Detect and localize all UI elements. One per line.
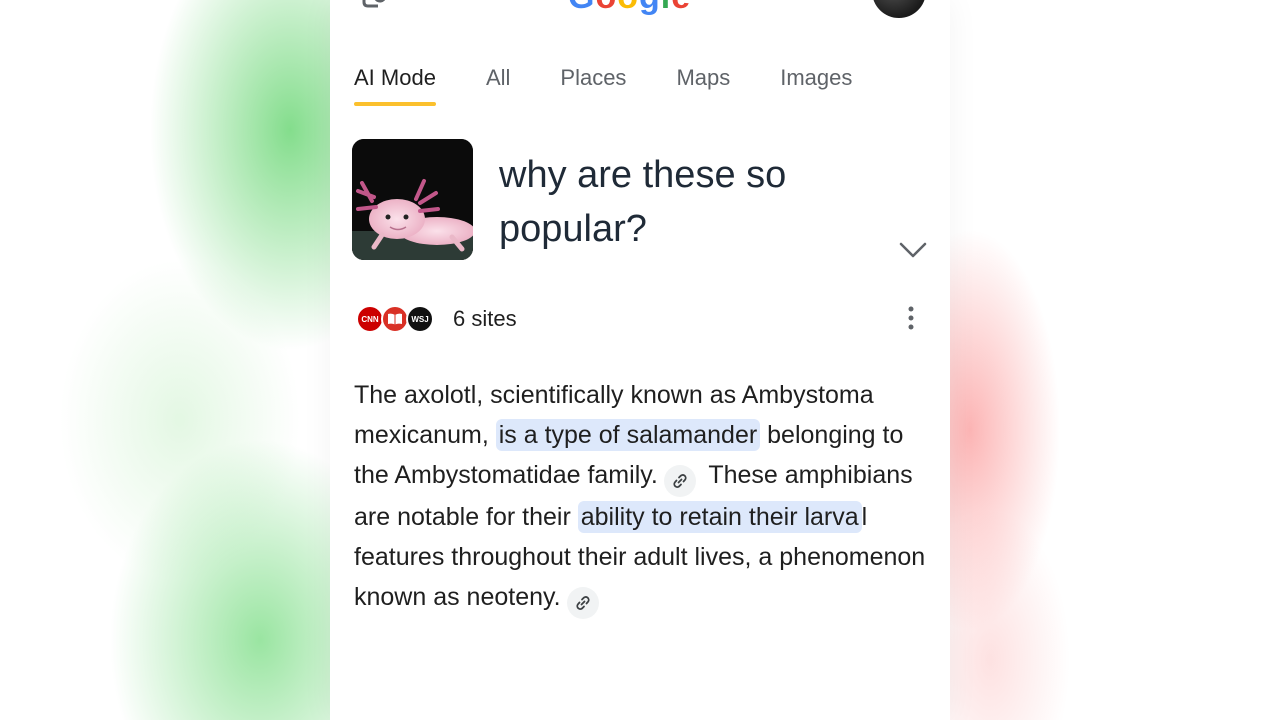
labs-icon[interactable] (358, 0, 388, 8)
background-right (950, 0, 1280, 720)
book-icon (381, 305, 409, 333)
query-text: why are these so popular? (499, 154, 787, 250)
cited-highlight[interactable]: ability to retain their larva (577, 501, 862, 533)
citation-link-icon[interactable] (663, 465, 696, 497)
tab-images[interactable]: Images (780, 62, 852, 106)
search-panel: Google AI Mode All Places Maps Images (330, 0, 950, 720)
search-tabs: AI Mode All Places Maps Images (354, 62, 902, 108)
citation-link-icon[interactable] (566, 587, 599, 619)
avatar[interactable] (872, 0, 926, 18)
tab-ai-mode[interactable]: AI Mode (354, 62, 436, 106)
sources-count: 6 sites (453, 306, 517, 331)
tab-places[interactable]: Places (560, 62, 626, 106)
google-logo[interactable]: Google (568, 0, 691, 16)
query-image-axolotl[interactable] (352, 139, 473, 260)
tab-maps[interactable]: Maps (676, 62, 730, 106)
tab-all[interactable]: All (486, 62, 510, 106)
background-left (0, 0, 330, 720)
source-logo-cnn: CNN (356, 305, 384, 333)
cited-highlight[interactable]: is a type of salamander (495, 419, 761, 451)
ai-answer: The axolotl, scientifically known as Amb… (354, 375, 929, 619)
more-options-icon[interactable] (904, 305, 918, 331)
source-logo-wsj: WSJ (406, 305, 434, 333)
chevron-down-icon[interactable] (898, 238, 928, 264)
sources-row[interactable]: CNN WSJ 6 sites (356, 304, 517, 334)
